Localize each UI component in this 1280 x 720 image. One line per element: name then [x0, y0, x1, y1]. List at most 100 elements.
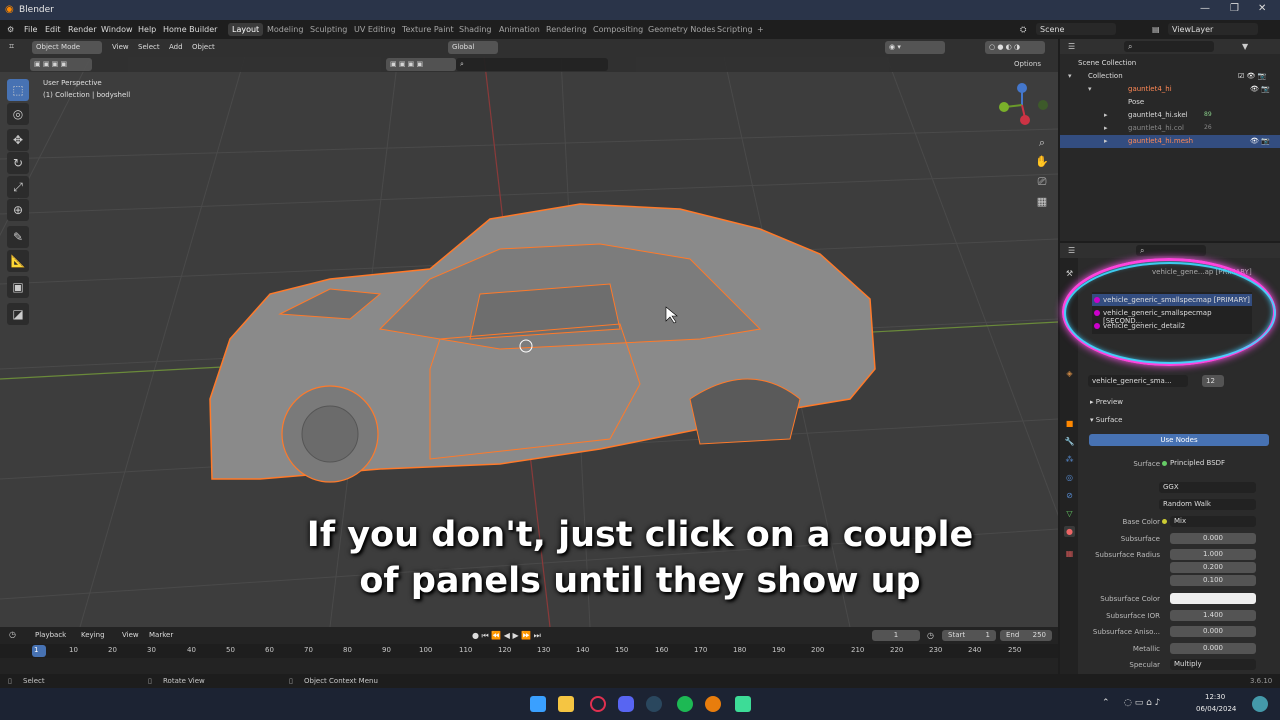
properties-editor-icon[interactable]: ☰	[1068, 246, 1075, 255]
scene-tab-icon[interactable]: ◈	[1064, 368, 1075, 379]
steam-icon[interactable]	[646, 696, 662, 712]
specular-field[interactable]: Multiply	[1170, 659, 1256, 670]
navigation-gizmo[interactable]	[995, 80, 1053, 128]
outliner-row[interactable]: Scene Collection	[1060, 57, 1280, 70]
editor-type-icon[interactable]: ⌗	[9, 42, 14, 52]
frame-ruler[interactable]: 1 10 20 30 40 50 60 70 80 90 100 110 120…	[0, 644, 1058, 658]
data-tab-icon[interactable]: ▽	[1064, 508, 1075, 519]
transform-tool-icon[interactable]: ⊕	[7, 199, 29, 221]
clock-date[interactable]: 06/04/2024	[1196, 705, 1236, 713]
filter-icon[interactable]: ▼	[1242, 42, 1248, 51]
object-tab-icon[interactable]: ■	[1064, 418, 1075, 429]
gizmo-toggles[interactable]: ◉ ▾	[885, 41, 945, 54]
menu-timeline-view[interactable]: View	[122, 631, 139, 639]
playback-controls[interactable]: ● ⏮ ⏪ ◀ ▶ ⏩ ⏭	[468, 629, 578, 642]
menu-file[interactable]: File	[24, 25, 37, 34]
material-tab-icon[interactable]: ●	[1064, 526, 1075, 537]
outliner-search-field[interactable]: ⌕	[1124, 41, 1214, 52]
subsurface-color-swatch[interactable]	[1170, 593, 1256, 604]
menu-marker[interactable]: Marker	[149, 631, 173, 639]
outliner-row[interactable]: ▸ gauntlet4_hi.mesh 👁 📷	[1060, 135, 1280, 148]
preview-panel-header[interactable]: ▸ Preview	[1090, 398, 1123, 406]
shading-mode-buttons[interactable]: ○ ● ◐ ◑	[985, 41, 1045, 54]
outliner-editor-icon[interactable]: ☰	[1068, 42, 1075, 51]
viewport-search-field[interactable]: ⌕	[456, 58, 608, 71]
end-frame-field[interactable]: End 250	[1000, 630, 1052, 641]
select-tool-icon[interactable]: ⬚	[7, 79, 29, 101]
add-cube-tool-icon[interactable]: ▣	[7, 276, 29, 298]
tab-layout[interactable]: Layout	[228, 23, 264, 36]
move-tool-icon[interactable]: ✥	[7, 129, 29, 151]
menu-playback[interactable]: Playback	[35, 631, 66, 639]
outliner-row[interactable]: ▸ gauntlet4_hi.skel 89	[1060, 109, 1280, 122]
app-icon[interactable]	[735, 696, 751, 712]
file-explorer-icon[interactable]	[558, 696, 574, 712]
close-button[interactable]: ✕	[1258, 3, 1266, 14]
tab-rendering[interactable]: Rendering	[546, 25, 587, 34]
add-workspace-button[interactable]: +	[757, 25, 764, 34]
menu-help[interactable]: Help	[138, 25, 156, 34]
distribution-dropdown[interactable]: GGX	[1159, 482, 1256, 493]
blender-menu-icon[interactable]: ⚙	[7, 25, 14, 34]
menu-object[interactable]: Object	[192, 43, 215, 51]
menu-view[interactable]: View	[112, 43, 129, 51]
cursor-tool-icon[interactable]: ◎	[7, 103, 29, 125]
tray-icons[interactable]: ◌ ▭ ⌂ ♪	[1124, 698, 1160, 708]
measure-tool-icon[interactable]: 📐	[7, 250, 29, 272]
subsurface-method-dropdown[interactable]: Random Walk	[1159, 499, 1256, 510]
viewlayer-selector[interactable]: ViewLayer	[1168, 23, 1258, 35]
menu-add[interactable]: Add	[169, 43, 183, 51]
outliner-row[interactable]: ▸ gauntlet4_hi.col 26	[1060, 122, 1280, 135]
timeline-editor-icon[interactable]: ◷	[9, 630, 16, 639]
selection-mode-buttons[interactable]: ▣ ▣ ▣ ▣	[30, 58, 92, 71]
spotify-icon[interactable]	[677, 696, 693, 712]
tab-animation[interactable]: Animation	[499, 25, 540, 34]
texture-tab-icon[interactable]: ▦	[1064, 548, 1075, 559]
particles-tab-icon[interactable]: ⁂	[1064, 454, 1075, 465]
car-model[interactable]	[209, 203, 876, 483]
subsurface-radius-z-field[interactable]: 0.100	[1170, 575, 1256, 586]
subsurface-radius-x-field[interactable]: 1.000	[1170, 549, 1256, 560]
rotate-tool-icon[interactable]: ↻	[7, 152, 29, 174]
metallic-field[interactable]: 0.000	[1170, 643, 1256, 654]
zoom-icon[interactable]: ⌕	[1033, 134, 1051, 152]
surface-panel-header[interactable]: ▾ Surface	[1090, 416, 1122, 424]
modifier-tab-icon[interactable]: 🔧	[1064, 436, 1075, 447]
minimize-button[interactable]: —	[1200, 3, 1210, 14]
constraints-tab-icon[interactable]: ⊘	[1064, 490, 1075, 501]
subsurface-aniso-field[interactable]: 0.000	[1170, 626, 1256, 637]
menu-select[interactable]: Select	[138, 43, 160, 51]
subsurface-radius-y-field[interactable]: 0.200	[1170, 562, 1256, 573]
material-name-field[interactable]: vehicle_generic_sma...	[1088, 375, 1188, 387]
maximize-button[interactable]: ❐	[1230, 3, 1239, 14]
outliner-row[interactable]: ▾ Collection ☑ 👁 📷	[1060, 70, 1280, 83]
tool-tab-icon[interactable]: ⚒	[1064, 268, 1075, 279]
start-icon[interactable]	[530, 696, 546, 712]
tab-sculpting[interactable]: Sculpting	[310, 25, 347, 34]
tab-geometry-nodes[interactable]: Geometry Nodes	[648, 25, 715, 34]
physics-tab-icon[interactable]: ◎	[1064, 472, 1075, 483]
opera-icon[interactable]	[590, 696, 606, 712]
menu-window[interactable]: Window	[101, 25, 133, 34]
properties-search-field[interactable]: ⌕	[1136, 245, 1206, 256]
base-color-field[interactable]: Mix	[1170, 516, 1256, 527]
copilot-icon[interactable]	[1252, 696, 1268, 712]
blender-taskbar-icon[interactable]	[705, 696, 721, 712]
mode-dropdown[interactable]: Object Mode	[32, 41, 102, 54]
subsurface-ior-field[interactable]: 1.400	[1170, 610, 1256, 621]
tab-uv-editing[interactable]: UV Editing	[354, 25, 396, 34]
outliner-row[interactable]: ▾ gauntlet4_hi 👁 📷	[1060, 83, 1280, 96]
shear-tool-icon[interactable]: ◪	[7, 303, 29, 325]
scene-selector[interactable]: Scene	[1036, 23, 1116, 35]
tab-compositing[interactable]: Compositing	[593, 25, 643, 34]
pan-hand-icon[interactable]: ✋	[1033, 153, 1051, 171]
surface-shader-field[interactable]: Principled BSDF	[1170, 459, 1225, 467]
filter-icons[interactable]: ▣ ▣ ▣ ▣	[386, 58, 456, 71]
start-frame-field[interactable]: Start 1	[942, 630, 996, 641]
transform-orientation-dropdown[interactable]: Global	[448, 41, 498, 54]
tab-scripting[interactable]: Scripting	[717, 25, 753, 34]
subsurface-field[interactable]: 0.000	[1170, 533, 1256, 544]
perspective-grid-icon[interactable]: ▦	[1033, 193, 1051, 211]
use-nodes-button[interactable]: Use Nodes	[1089, 434, 1269, 446]
camera-icon[interactable]: ⎚	[1033, 173, 1051, 191]
